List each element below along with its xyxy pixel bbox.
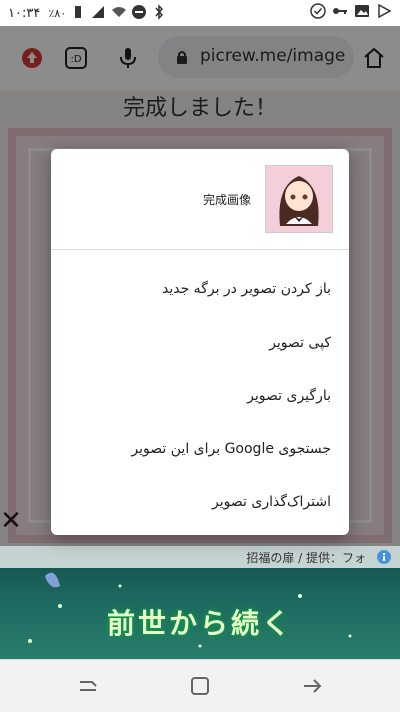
battery-icon xyxy=(75,6,82,18)
status-time: ۱۰:۳۴ xyxy=(8,6,41,21)
ad-banner[interactable]: 招福の扉 / 提供：フォ 前世から続く xyxy=(0,546,400,659)
image-label: 完成画像 xyxy=(202,193,251,207)
wifi-icon xyxy=(111,7,126,17)
status-battery: ٪۸۰ xyxy=(48,7,67,20)
close-ad-icon[interactable]: ✕ xyxy=(0,508,22,534)
ad-headline: 前世から続く xyxy=(106,607,293,640)
status-bar: ۱۰:۳۴ ٪۸۰ xyxy=(0,0,400,26)
key-icon xyxy=(333,8,347,14)
image-icon xyxy=(355,5,369,17)
menu-item-share-image[interactable]: اشتراک‌گذاری تصویر xyxy=(69,494,331,510)
send-icon xyxy=(378,3,392,19)
context-menu-header: 完成画像 xyxy=(51,149,349,250)
menu-item-open-in-new-tab[interactable]: باز کردن تصویر در برگه جدید xyxy=(69,281,331,297)
menu-item-search-google[interactable]: جستجوی Google برای این تصویر xyxy=(69,441,331,457)
context-menu: 完成画像 باز کردن تصویر در برگه جدید کپی تصو… xyxy=(51,149,349,535)
bluetooth-icon xyxy=(155,4,163,20)
menu-item-copy-image[interactable]: کپی تصویر xyxy=(69,335,331,351)
recent-apps-icon[interactable] xyxy=(76,674,100,698)
menu-item-download-image[interactable]: بارگیری تصویر xyxy=(69,388,331,404)
navigation-bar xyxy=(0,659,400,712)
image-thumbnail xyxy=(265,165,333,233)
status-right xyxy=(310,3,392,19)
signal-icon xyxy=(92,6,105,18)
character-thumbnail-graphic xyxy=(266,166,332,232)
do-not-disturb-icon xyxy=(131,5,146,19)
home-nav-icon[interactable] xyxy=(188,674,212,698)
status-left: ۱۰:۳۴ ٪۸۰ xyxy=(8,4,167,21)
check-circle-icon xyxy=(310,3,326,19)
back-icon[interactable] xyxy=(300,674,324,698)
